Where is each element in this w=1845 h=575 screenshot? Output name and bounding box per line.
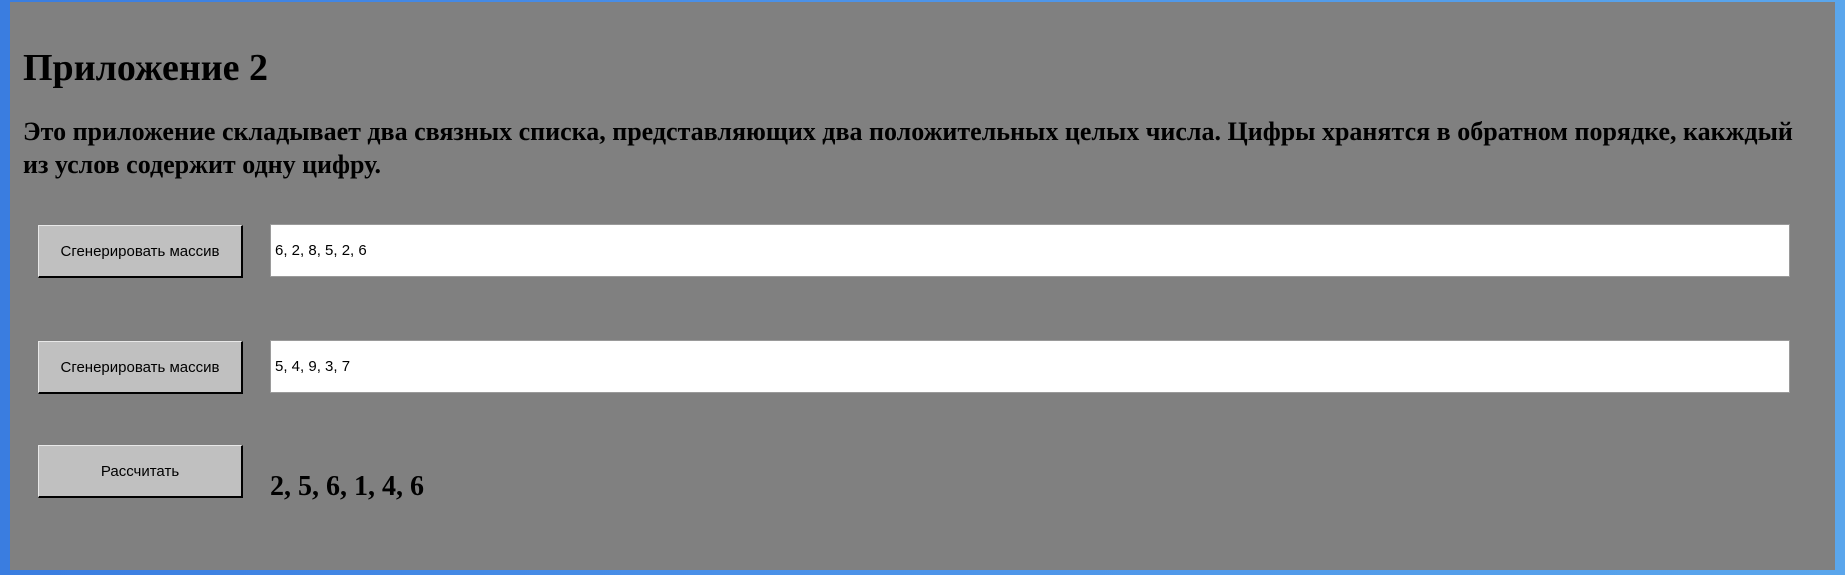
array-field-1[interactable]: 6, 2, 8, 5, 2, 6: [270, 224, 1790, 277]
generate-array-button-1[interactable]: Сгенерировать массив: [38, 225, 243, 278]
page-title: Приложение 2: [23, 47, 269, 89]
calculate-button[interactable]: Рассчитать: [38, 445, 243, 498]
app-description: Это приложение складывает два связных сп…: [23, 117, 1793, 179]
array-field-2[interactable]: 5, 4, 9, 3, 7: [270, 340, 1790, 393]
generate-array-button-2[interactable]: Сгенерировать массив: [38, 341, 243, 394]
app-panel: Приложение 2 Это приложение складывает д…: [10, 2, 1835, 570]
result-output: 2, 5, 6, 1, 4, 6: [270, 471, 424, 502]
